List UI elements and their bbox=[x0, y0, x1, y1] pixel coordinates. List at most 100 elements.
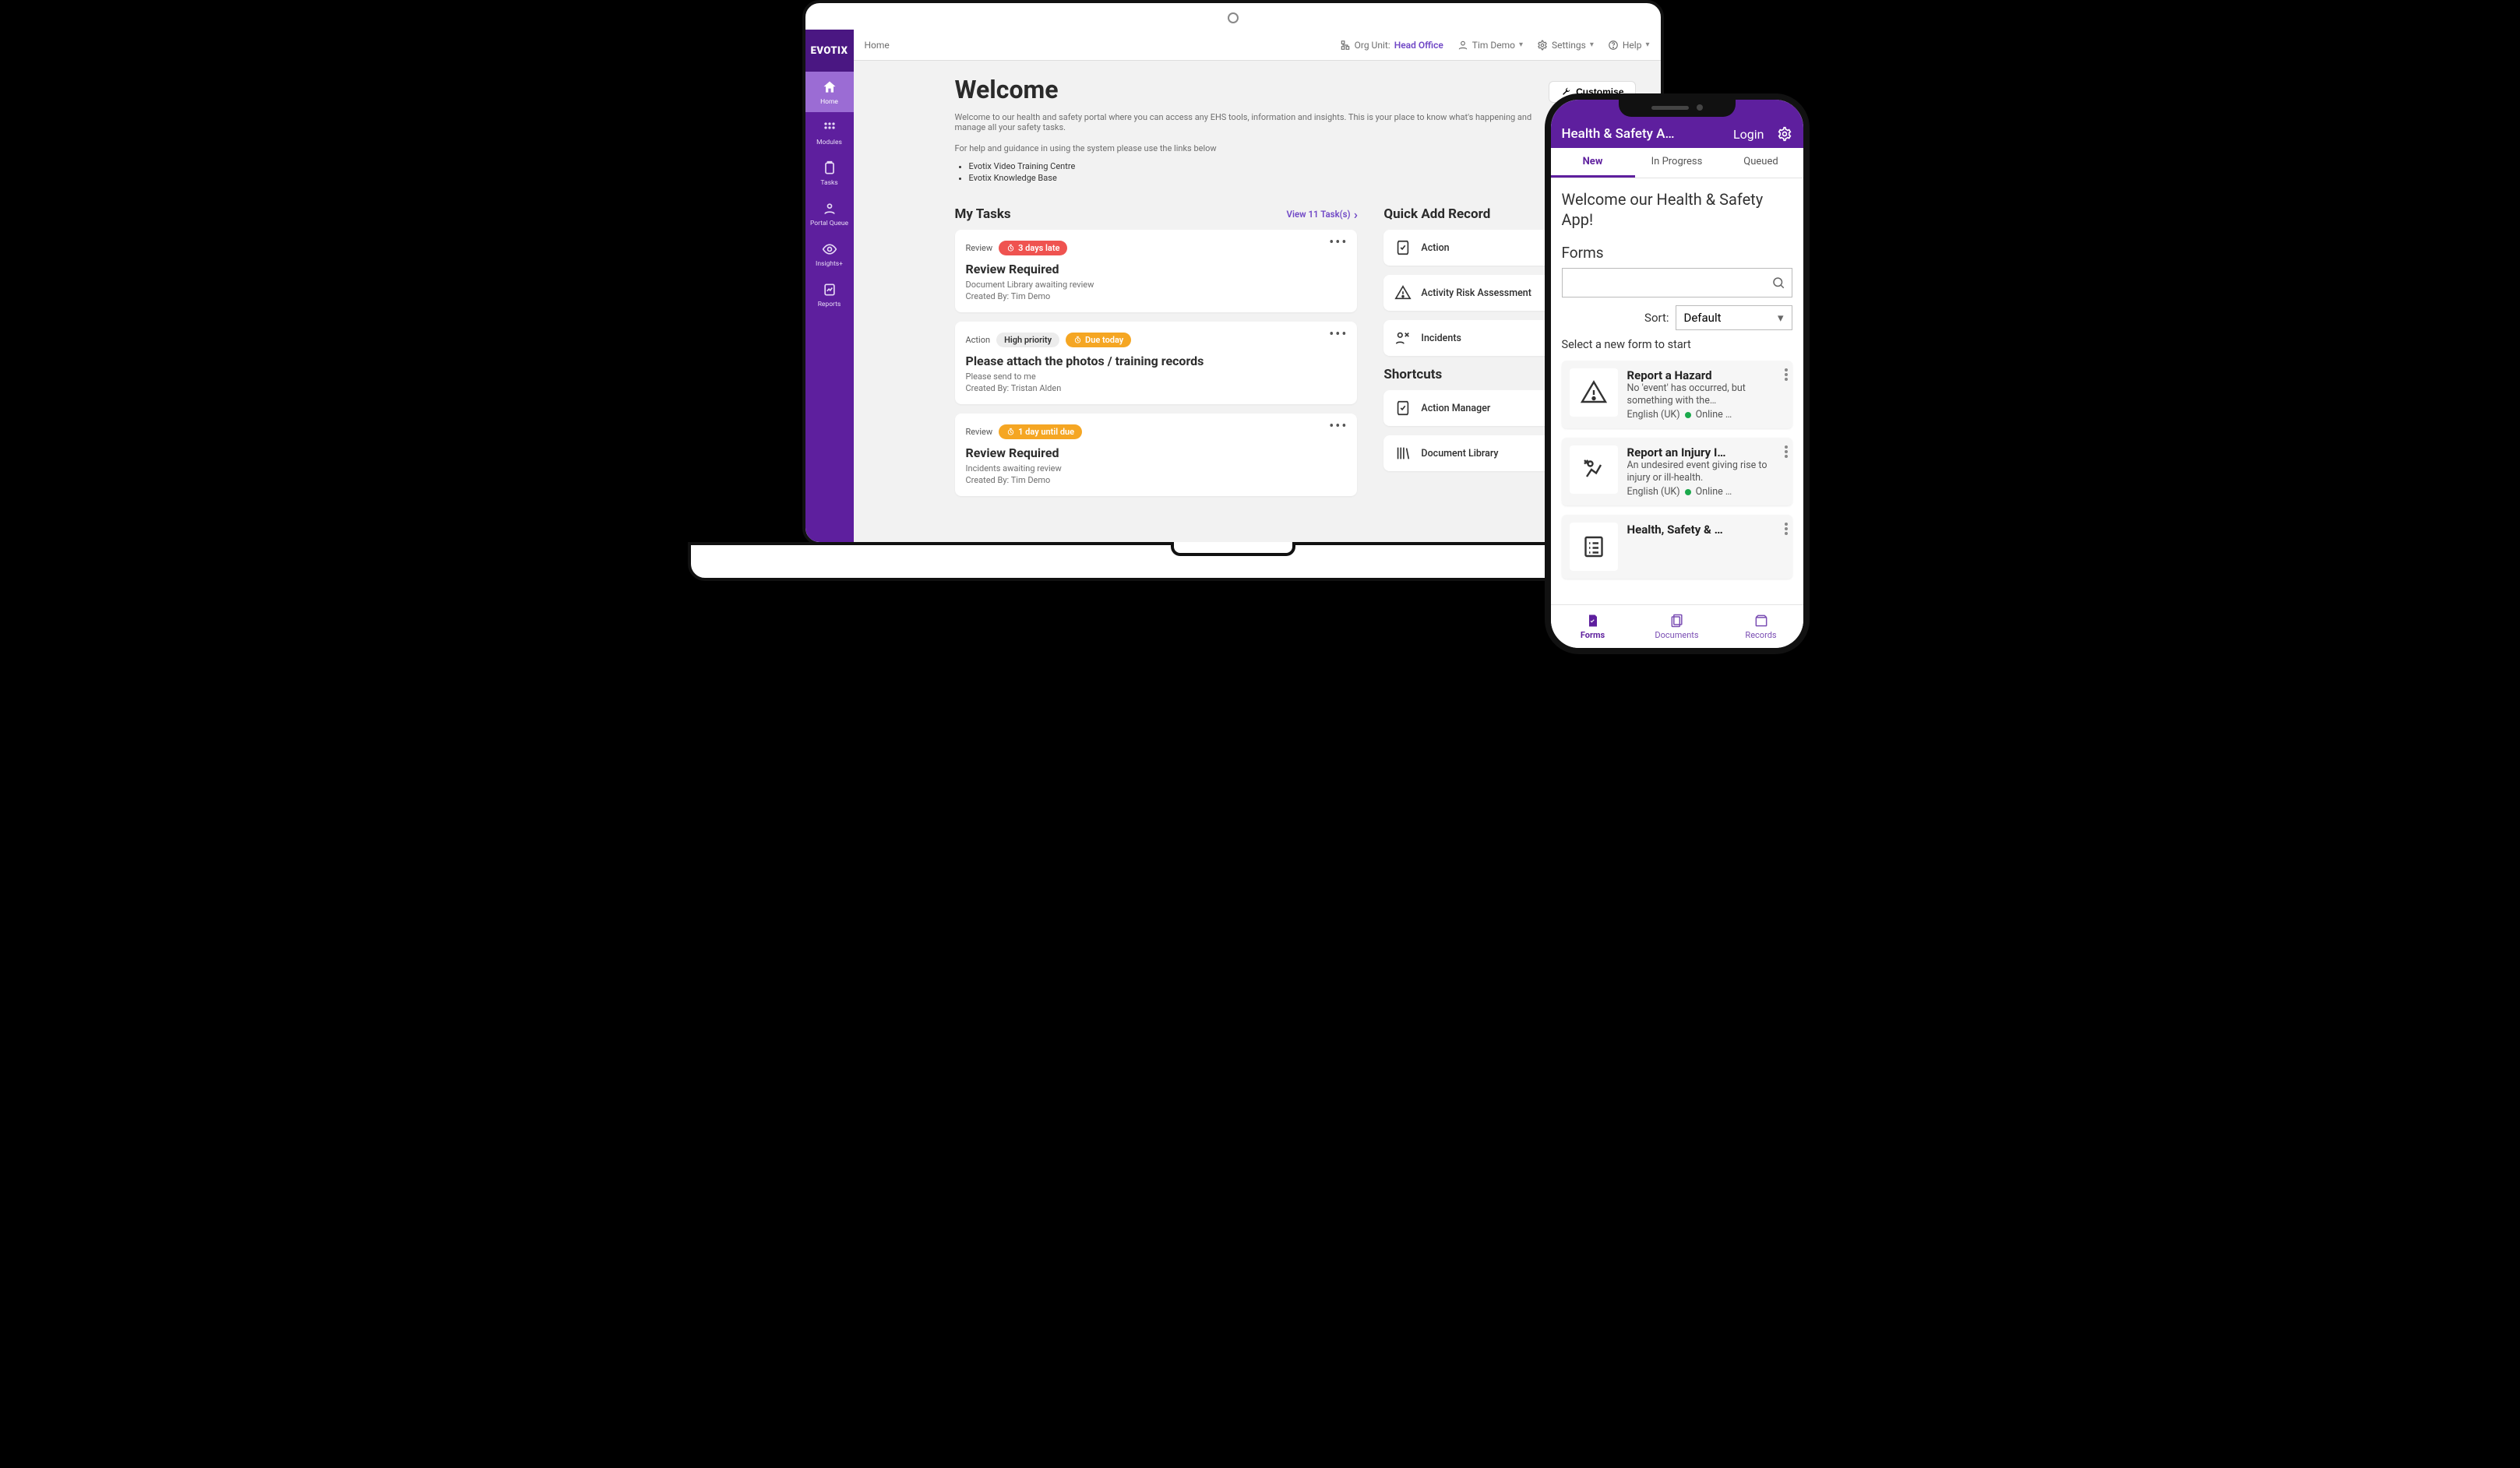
search-input[interactable] bbox=[1569, 276, 1771, 290]
org-unit-label: Org Unit: bbox=[1355, 40, 1390, 51]
bottom-nav-forms[interactable]: Forms bbox=[1551, 605, 1635, 648]
task-type: Review bbox=[966, 427, 993, 437]
mobile-app-title: Health & Safety A… bbox=[1562, 126, 1675, 142]
hazard-icon bbox=[1570, 368, 1618, 417]
mobile-tabs: New In Progress Queued bbox=[1551, 148, 1803, 178]
bottom-nav-label: Forms bbox=[1581, 630, 1605, 640]
incident-icon bbox=[1394, 329, 1412, 347]
clock-icon bbox=[1006, 244, 1015, 252]
phone-notch bbox=[1619, 98, 1736, 117]
content-area: Welcome Welcome to our health and safety… bbox=[854, 61, 1661, 542]
bottom-nav-records[interactable]: Records bbox=[1719, 605, 1803, 648]
login-link[interactable]: Login bbox=[1733, 127, 1764, 142]
task-more-menu[interactable]: ••• bbox=[1329, 241, 1348, 245]
bottom-nav-documents[interactable]: Documents bbox=[1635, 605, 1719, 648]
task-status-badge: 1 day until due bbox=[999, 424, 1082, 439]
form-desc: An undesired event giving rise to injury… bbox=[1627, 459, 1785, 484]
mobile-scroll[interactable]: Welcome our Health & Safety App! Forms S… bbox=[1551, 178, 1803, 604]
sort-label: Sort: bbox=[1644, 311, 1669, 325]
sidebar-item-tasks[interactable]: Tasks bbox=[805, 153, 854, 193]
more-menu[interactable] bbox=[1785, 523, 1788, 535]
task-title: Review Required bbox=[966, 445, 1347, 460]
welcome-link[interactable]: Evotix Knowledge Base bbox=[969, 173, 1547, 183]
checklist-icon bbox=[1570, 523, 1618, 571]
forms-icon bbox=[1585, 613, 1601, 628]
help-menu[interactable]: Help ▾ bbox=[1608, 40, 1650, 51]
online-indicator bbox=[1685, 489, 1691, 495]
welcome-link[interactable]: Evotix Video Training Centre bbox=[969, 161, 1547, 171]
org-unit-selector[interactable]: Org Unit: Head Office bbox=[1340, 40, 1443, 51]
task-more-menu[interactable]: ••• bbox=[1329, 333, 1348, 337]
badge-label: Due today bbox=[1085, 335, 1123, 345]
form-title: Health, Safety & … bbox=[1627, 523, 1785, 537]
injury-icon bbox=[1570, 445, 1618, 494]
laptop-camera bbox=[1228, 12, 1239, 23]
form-card-hazard[interactable]: Report a Hazard No 'event' has occurred,… bbox=[1562, 361, 1792, 428]
sidebar-item-label: Portal Queue bbox=[810, 220, 848, 227]
phone-camera bbox=[1697, 104, 1703, 111]
task-card[interactable]: ••• Action High priority Due today bbox=[955, 322, 1358, 404]
task-card[interactable]: ••• Review 3 days late Review Require bbox=[955, 230, 1358, 312]
shortcut-label: Document Library bbox=[1421, 448, 1498, 459]
task-more-menu[interactable]: ••• bbox=[1329, 424, 1348, 429]
chevron-down-icon: ▾ bbox=[1778, 311, 1784, 325]
form-lang: English (UK) bbox=[1627, 486, 1680, 498]
task-subtitle: Please send to me bbox=[966, 371, 1347, 382]
user-icon bbox=[1457, 40, 1468, 51]
chevron-down-icon: ▾ bbox=[1645, 40, 1649, 49]
sidebar-item-label: Home bbox=[820, 98, 838, 106]
help-label: Help bbox=[1623, 40, 1642, 51]
check-shield-icon bbox=[1394, 400, 1412, 417]
sidebar-item-home[interactable]: Home bbox=[805, 72, 854, 112]
sidebar-item-label: Tasks bbox=[820, 179, 837, 187]
task-title: Please attach the photos / training reco… bbox=[966, 354, 1347, 368]
sidebar-item-portal-queue[interactable]: Portal Queue bbox=[805, 193, 854, 234]
task-priority-pill: High priority bbox=[996, 333, 1059, 347]
settings-menu[interactable]: Settings ▾ bbox=[1537, 40, 1594, 51]
forms-search[interactable] bbox=[1562, 268, 1792, 297]
sort-select[interactable]: Default ▾ bbox=[1676, 305, 1792, 330]
forms-hint: Select a new form to start bbox=[1562, 338, 1792, 351]
user-queue-icon bbox=[822, 201, 837, 217]
desktop-app: EVOTIX Home Modules Tasks bbox=[805, 30, 1661, 542]
form-card-injury[interactable]: Report an Injury I… An undesired event g… bbox=[1562, 438, 1792, 505]
more-menu[interactable] bbox=[1785, 445, 1788, 458]
form-title: Report an Injury I… bbox=[1627, 445, 1785, 459]
task-type: Action bbox=[966, 335, 991, 345]
sidebar-item-insights[interactable]: Insights+ bbox=[805, 234, 854, 274]
laptop-trackpad-notch bbox=[1171, 542, 1295, 556]
quick-add-label: Incidents bbox=[1421, 333, 1461, 344]
badge-label: 3 days late bbox=[1018, 243, 1059, 253]
user-menu[interactable]: Tim Demo ▾ bbox=[1457, 40, 1523, 51]
records-icon bbox=[1753, 613, 1769, 628]
task-card[interactable]: ••• Review 1 day until due Review Re bbox=[955, 414, 1358, 496]
task-status-badge: Due today bbox=[1066, 333, 1131, 347]
gear-icon[interactable] bbox=[1777, 126, 1792, 142]
phone-device: Health & Safety A… Login New In Progress… bbox=[1545, 93, 1810, 654]
welcome-para-1: Welcome to our health and safety portal … bbox=[955, 112, 1547, 132]
task-status-badge: 3 days late bbox=[999, 241, 1067, 255]
sidebar-item-reports[interactable]: Reports bbox=[805, 274, 854, 315]
home-icon bbox=[822, 79, 837, 95]
laptop-screen: EVOTIX Home Modules Tasks bbox=[802, 0, 1664, 545]
help-icon bbox=[1608, 40, 1619, 51]
form-lang: English (UK) bbox=[1627, 409, 1680, 421]
quick-add-label: Action bbox=[1421, 242, 1449, 254]
breadcrumb[interactable]: Home bbox=[865, 40, 890, 51]
task-created-by: Created By: Tim Demo bbox=[966, 475, 1347, 485]
tab-in-progress[interactable]: In Progress bbox=[1635, 148, 1719, 178]
chevron-right-icon bbox=[1354, 207, 1358, 222]
tab-new[interactable]: New bbox=[1551, 148, 1635, 178]
task-type: Review bbox=[966, 243, 993, 253]
my-tasks-section: My Tasks View 11 Task(s) ••• bbox=[955, 206, 1358, 505]
warning-icon bbox=[1394, 284, 1412, 301]
tab-queued[interactable]: Queued bbox=[1719, 148, 1803, 178]
sidebar: EVOTIX Home Modules Tasks bbox=[805, 30, 854, 542]
view-all-tasks[interactable]: View 11 Task(s) bbox=[1287, 207, 1358, 222]
sidebar-item-modules[interactable]: Modules bbox=[805, 112, 854, 153]
form-card-hse[interactable]: Health, Safety & … bbox=[1562, 515, 1792, 579]
quick-add-label: Activity Risk Assessment bbox=[1421, 287, 1531, 299]
search-icon bbox=[1771, 276, 1785, 290]
sort-row: Sort: Default ▾ bbox=[1562, 305, 1792, 330]
more-menu[interactable] bbox=[1785, 368, 1788, 381]
